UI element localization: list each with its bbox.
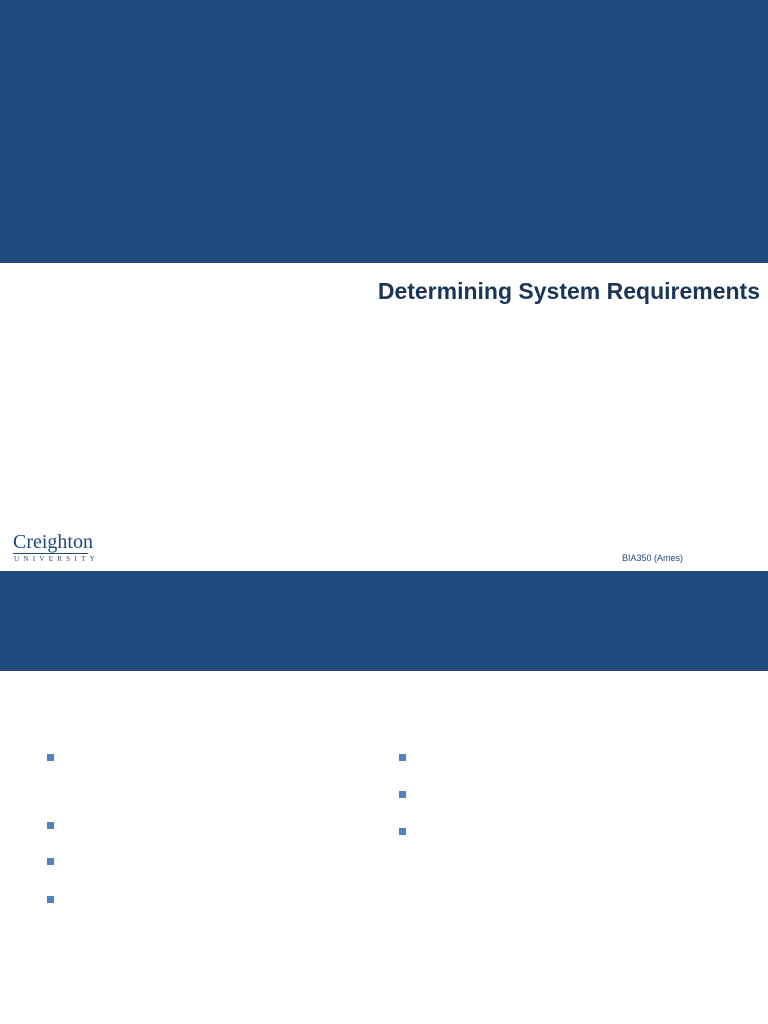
course-label: BIA350 (Ames) [622, 553, 684, 563]
header-band [0, 0, 768, 263]
bullet-marker [399, 754, 406, 761]
logo-rule [13, 553, 88, 554]
bullet-marker [47, 754, 54, 761]
slide-2-header-band [0, 571, 768, 671]
slide-1: Determining System Requirements Creighto… [0, 0, 768, 571]
bullet-marker [47, 822, 54, 829]
bullet-marker [47, 858, 54, 865]
bullet-marker [47, 896, 54, 903]
slide-title: Determining System Requirements [377, 278, 760, 304]
bullet-marker [399, 828, 406, 835]
bullet-marker [399, 791, 406, 798]
logo-subtitle: UNIVERSITY [14, 555, 99, 563]
logo-wordmark: Creighton [13, 531, 93, 553]
creighton-logo: Creighton UNIVERSITY [13, 531, 95, 567]
